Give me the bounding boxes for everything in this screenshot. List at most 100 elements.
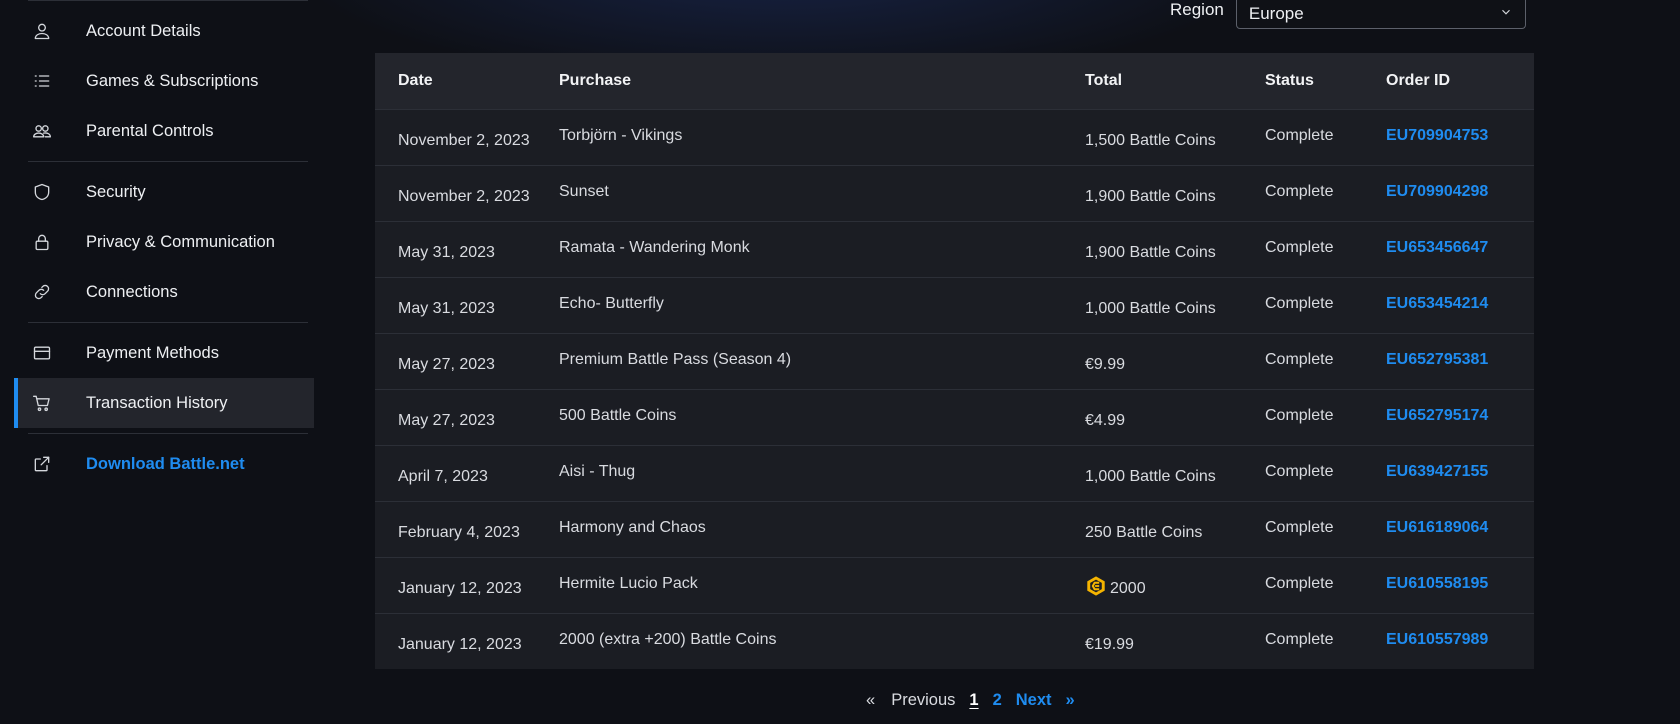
cell-date: January 12, 2023 (398, 635, 522, 653)
cell-total: 1,000 Battle Coins (1085, 299, 1216, 317)
cell-purchase: 500 Battle Coins (559, 406, 677, 424)
cell-status: Complete (1265, 294, 1334, 312)
previous-arrow[interactable]: « (866, 691, 875, 710)
cell-purchase: Echo- Butterfly (559, 294, 664, 312)
cell-total: 250 Battle Coins (1085, 523, 1203, 541)
cell-date: November 2, 2023 (398, 187, 530, 205)
cell-date: February 4, 2023 (398, 523, 520, 541)
transaction-history-page: Account Details Games & Subscriptions Pa… (0, 0, 1680, 724)
sidebar-item-label: Download Battle.net (86, 454, 245, 473)
cell-purchase: Torbjörn - Vikings (559, 126, 683, 144)
sidebar-item-label: Games & Subscriptions (86, 71, 259, 90)
previous-page-button[interactable]: Previous (891, 691, 955, 710)
cell-order-id-link[interactable]: EU652795174 (1386, 407, 1534, 429)
sidebar-item-games-subscriptions[interactable]: Games & Subscriptions (14, 56, 314, 106)
cell-order-id-link[interactable]: EU653456647 (1386, 239, 1534, 261)
header-date: Date (398, 72, 433, 89)
cell-status: Complete (1265, 462, 1334, 480)
cell-total: 2000 (1085, 569, 1265, 602)
cell-total: €4.99 (1085, 411, 1126, 429)
table-row: January 12, 2023 2000 (extra +200) Battl… (375, 613, 1534, 669)
cell-order-id-link[interactable]: EU652795381 (1386, 351, 1534, 373)
sidebar-item-security[interactable]: Security (14, 167, 314, 217)
table-row: May 27, 2023 500 Battle Coins €4.99 Comp… (375, 389, 1534, 445)
sidebar-item-payment-methods[interactable]: Payment Methods (14, 328, 314, 378)
cell-order-id-link[interactable]: EU610557989 (1386, 631, 1534, 653)
cell-purchase: Hermite Lucio Pack (559, 574, 698, 592)
next-page-button[interactable]: Next (1016, 691, 1052, 710)
table-row: May 31, 2023 Ramata - Wandering Monk 1,9… (375, 221, 1534, 277)
cell-total: 1,000 Battle Coins (1085, 467, 1216, 485)
cell-purchase: 2000 (extra +200) Battle Coins (559, 630, 777, 648)
cell-status: Complete (1265, 630, 1334, 648)
table-row: November 2, 2023 Sunset 1,900 Battle Coi… (375, 165, 1534, 221)
cell-date: May 27, 2023 (398, 355, 495, 373)
list-icon (32, 71, 52, 91)
lock-icon (32, 232, 52, 252)
region-label: Region (1170, 0, 1224, 19)
region-selector: Region Europe (1170, 0, 1526, 29)
cell-order-id-link[interactable]: EU610558195 (1386, 575, 1534, 597)
credit-card-icon (32, 343, 52, 363)
header-purchase: Purchase (559, 72, 632, 89)
cell-date: November 2, 2023 (398, 131, 530, 149)
transactions-table: Date Purchase Total Status Order ID Nove… (375, 53, 1534, 669)
sidebar-item-parental-controls[interactable]: Parental Controls (14, 106, 314, 156)
cell-purchase: Sunset (559, 182, 609, 200)
cell-order-id-link[interactable]: EU639427155 (1386, 463, 1534, 485)
sidebar-divider (28, 322, 308, 323)
table-row: April 7, 2023 Aisi - Thug 1,000 Battle C… (375, 445, 1534, 501)
region-dropdown[interactable]: Europe (1235, 0, 1526, 29)
pagination: « Previous 1 2 Next » (866, 691, 1089, 710)
next-arrow[interactable]: » (1066, 691, 1075, 710)
sidebar-item-label: Security (86, 182, 146, 201)
shield-icon (32, 182, 52, 202)
cell-status: Complete (1265, 406, 1334, 424)
table-header: Date Purchase Total Status Order ID (375, 53, 1534, 109)
sidebar-item-label: Privacy & Communication (86, 232, 275, 251)
sidebar-divider (28, 161, 308, 162)
table-row: January 12, 2023 Hermite Lucio Pack 2000… (375, 557, 1534, 613)
sidebar-item-transaction-history[interactable]: Transaction History (14, 378, 314, 428)
sidebar-divider (28, 433, 308, 434)
cell-status: Complete (1265, 518, 1334, 536)
sidebar-item-connections[interactable]: Connections (14, 267, 314, 317)
cell-date: May 31, 2023 (398, 299, 495, 317)
sidebar-divider (28, 0, 308, 1)
download-battlenet-link[interactable]: Download Battle.net (14, 439, 314, 489)
page-2-link[interactable]: 2 (993, 691, 1002, 710)
sidebar-item-account-details[interactable]: Account Details (14, 6, 314, 56)
coin-amount: 2000 (1110, 579, 1146, 597)
header-status: Status (1265, 72, 1314, 89)
cart-icon (32, 393, 52, 413)
cell-order-id-link[interactable]: EU709904298 (1386, 183, 1534, 205)
sidebar-item-privacy-communication[interactable]: Privacy & Communication (14, 217, 314, 267)
battle-coin-icon (1085, 575, 1110, 602)
cell-purchase: Premium Battle Pass (Season 4) (559, 350, 792, 368)
cell-status: Complete (1265, 574, 1334, 592)
user-icon (32, 21, 52, 41)
region-selected-value: Europe (1248, 4, 1304, 23)
cell-total: €9.99 (1085, 355, 1126, 373)
cell-order-id-link[interactable]: EU616189064 (1386, 519, 1534, 541)
sidebar-item-label: Transaction History (86, 393, 228, 412)
sidebar-item-label: Payment Methods (86, 343, 219, 362)
cell-date: May 27, 2023 (398, 411, 495, 429)
table-row: May 27, 2023 Premium Battle Pass (Season… (375, 333, 1534, 389)
table-row: November 2, 2023 Torbjörn - Vikings 1,50… (375, 109, 1534, 165)
table-row: February 4, 2023 Harmony and Chaos 250 B… (375, 501, 1534, 557)
cell-order-id-link[interactable]: EU709904753 (1386, 127, 1534, 149)
cell-date: January 12, 2023 (398, 579, 522, 597)
sidebar-item-label: Parental Controls (86, 121, 214, 140)
cell-status: Complete (1265, 350, 1334, 368)
cell-date: April 7, 2023 (398, 467, 488, 485)
page-1-current[interactable]: 1 (969, 691, 978, 710)
external-link-icon (32, 454, 52, 474)
cell-order-id-link[interactable]: EU653454214 (1386, 295, 1534, 317)
sidebar-item-label: Connections (86, 282, 178, 301)
cell-status: Complete (1265, 182, 1334, 200)
cell-total: 1,500 Battle Coins (1085, 131, 1216, 149)
cell-status: Complete (1265, 126, 1334, 144)
cell-purchase: Ramata - Wandering Monk (559, 238, 750, 256)
link-icon (32, 282, 52, 302)
